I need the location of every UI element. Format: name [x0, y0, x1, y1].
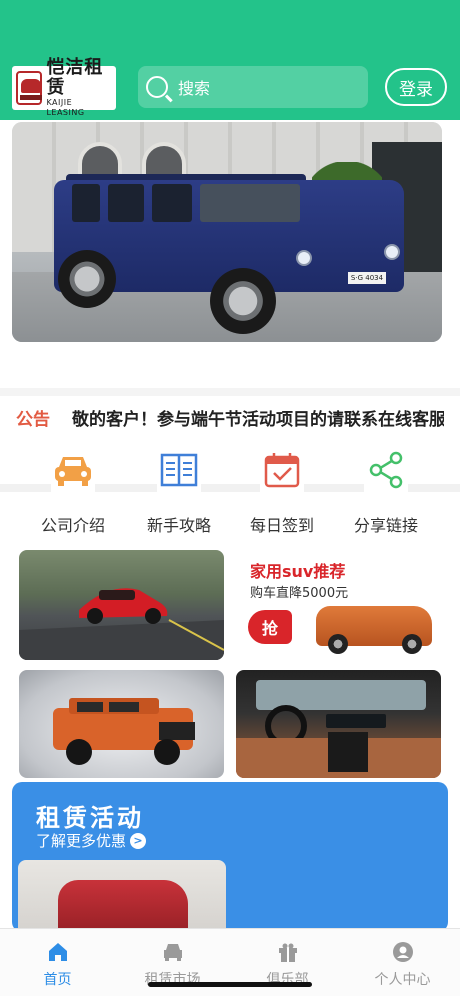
- tab-label: 首页: [43, 972, 72, 988]
- home-indicator: [148, 982, 312, 987]
- tab-profile[interactable]: 个人中心: [345, 929, 460, 996]
- home-icon: [46, 941, 70, 963]
- promo-tile-suv[interactable]: 家用suv推荐 购车直降5000元 抢: [236, 550, 441, 660]
- nav-label: 新手攻略: [146, 516, 211, 535]
- logo-english-name: KAIJIE LEASING: [46, 98, 85, 117]
- nav-label: 每日签到: [249, 516, 314, 535]
- grab-deal-badge[interactable]: 抢: [248, 610, 292, 644]
- promo-tile-sports-car[interactable]: [19, 550, 224, 660]
- activity-title: 租赁活动: [36, 804, 144, 832]
- car-icon: [161, 941, 185, 963]
- chevron-right-icon: >: [130, 832, 147, 849]
- nav-daily-checkin[interactable]: 每日签到: [232, 448, 332, 540]
- activity-more-link[interactable]: 了解更多优惠 >: [36, 830, 147, 851]
- share-icon: [364, 448, 408, 492]
- promo-suv-title: 家用suv推荐: [250, 562, 346, 581]
- license-plate: S·G 4034: [348, 272, 386, 284]
- quick-nav: 公司介绍 新手攻略 每日签到 分享链接: [0, 448, 460, 540]
- tab-home[interactable]: 首页: [0, 929, 115, 996]
- promo-tile-offroad[interactable]: [19, 670, 224, 778]
- user-icon: [391, 941, 415, 963]
- gift-icon: [276, 941, 300, 963]
- promo-tile-interior[interactable]: [236, 670, 441, 778]
- tab-label: 个人中心: [374, 972, 431, 988]
- nav-company-intro[interactable]: 公司介绍: [23, 448, 123, 540]
- activity-subtitle: 了解更多优惠: [36, 832, 127, 850]
- top-header: 恺洁租赁 KAIJIE LEASING 搜索 登录: [0, 0, 460, 120]
- activity-car-photo: [18, 860, 226, 932]
- nav-share-link[interactable]: 分享链接: [336, 448, 436, 540]
- calendar-check-icon: [260, 448, 304, 492]
- nav-beginner-guide[interactable]: 新手攻略: [129, 448, 229, 540]
- car-front-icon: [51, 448, 95, 492]
- search-bar[interactable]: 搜索: [138, 66, 368, 108]
- announcement-tag: 公告: [16, 409, 50, 430]
- brand-logo[interactable]: 恺洁租赁 KAIJIE LEASING: [12, 58, 116, 117]
- rental-activity-card[interactable]: 租赁活动 了解更多优惠 >: [12, 782, 448, 932]
- book-icon: [157, 448, 201, 492]
- hero-banner[interactable]: S·G 4034: [12, 122, 442, 342]
- logo-emblem-icon: [16, 71, 43, 105]
- nav-label: 公司介绍: [40, 516, 105, 535]
- login-button[interactable]: 登录: [385, 68, 447, 106]
- promo-suv-subtitle: 购车直降5000元: [250, 586, 349, 601]
- app-page: 恺洁租赁 KAIJIE LEASING 搜索 登录 S·G 4034 公告 敬的…: [0, 0, 460, 996]
- announcement-text: 敬的客户！参与端午节活动项目的请联系在线客服: [72, 409, 444, 430]
- announcement-bar[interactable]: 公告 敬的客户！参与端午节活动项目的请联系在线客服: [0, 388, 460, 438]
- search-placeholder: 搜索: [178, 79, 211, 98]
- logo-chinese-name: 恺洁租赁: [46, 57, 104, 98]
- nav-label: 分享链接: [353, 516, 418, 535]
- search-icon: [146, 76, 168, 98]
